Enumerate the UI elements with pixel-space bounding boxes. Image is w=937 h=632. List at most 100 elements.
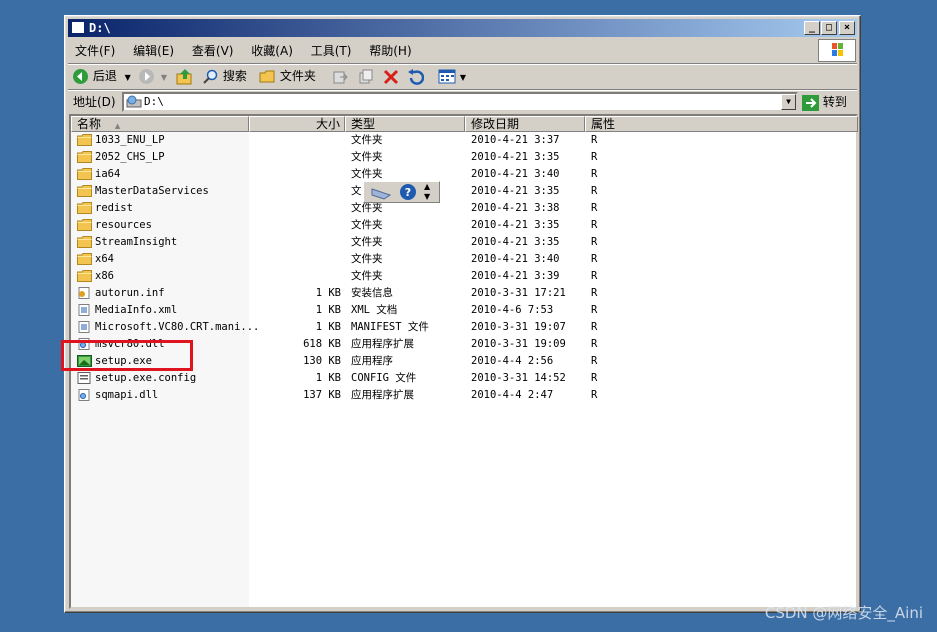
up-folder-icon (176, 69, 192, 85)
file-row[interactable]: x64 文件夹 2010-4-21 3:40 R (71, 251, 856, 268)
file-row[interactable]: redist 文件夹 2010-4-21 3:38 R (71, 200, 856, 217)
file-attributes: R (591, 151, 598, 163)
up-folder-button[interactable] (176, 67, 194, 85)
file-modified: 2010-4-4 2:56 (471, 355, 554, 367)
help-icon[interactable]: ? (399, 183, 417, 201)
undo-button[interactable] (407, 67, 424, 85)
file-row[interactable]: MediaInfo.xml 1 KB XML 文档 2010-4-6 7:53 R (71, 302, 856, 319)
file-modified: 2010-4-21 3:38 (471, 202, 560, 214)
column-type[interactable]: 类型 (345, 116, 465, 132)
file-modified: 2010-4-21 3:35 (471, 151, 560, 163)
file-name: ia64 (95, 168, 121, 180)
file-attributes: R (591, 253, 598, 265)
floating-toolbar: ? ▲ ▼ (363, 181, 440, 203)
file-attributes: R (591, 287, 598, 299)
file-modified: 2010-4-21 3:40 (471, 253, 560, 265)
window-title: D:\ (89, 21, 111, 35)
forward-dropdown-icon[interactable]: ▼ (161, 73, 167, 82)
file-size: 1 KB (315, 321, 341, 333)
column-modified[interactable]: 修改日期 (465, 116, 585, 132)
file-attributes: R (591, 134, 598, 146)
maximize-button[interactable]: □ (821, 21, 837, 35)
address-dropdown-icon[interactable]: ▼ (781, 94, 796, 110)
close-button[interactable]: × (839, 21, 855, 35)
file-row[interactable]: 2052_CHS_LP 文件夹 2010-4-21 3:35 R (71, 149, 856, 166)
file-type: 应用程序扩展 (351, 389, 414, 401)
sort-ascending-icon: ▲ (114, 122, 121, 130)
menu-edit[interactable]: 编辑(E) (126, 40, 181, 62)
undo-icon (408, 68, 424, 85)
folders-label: 文件夹 (279, 69, 316, 83)
file-modified: 2010-3-31 17:21 (471, 287, 566, 299)
file-attributes: R (591, 236, 598, 248)
file-name: autorun.inf (95, 287, 165, 299)
copy-to-icon (359, 69, 373, 83)
file-type: 安装信息 (351, 287, 393, 299)
go-label: 转到 (822, 95, 847, 109)
file-row[interactable]: StreamInsight 文件夹 2010-4-21 3:35 R (71, 234, 856, 251)
file-type: CONFIG 文件 (351, 372, 417, 384)
file-type: XML 文档 (351, 304, 398, 316)
file-row[interactable]: x86 文件夹 2010-4-21 3:39 R (71, 268, 856, 285)
file-name: resources (95, 219, 152, 231)
delete-button[interactable] (383, 67, 399, 85)
forward-button[interactable]: ▼ (138, 67, 167, 85)
file-attributes: R (591, 219, 598, 231)
move-to-button[interactable] (332, 67, 348, 85)
file-row[interactable]: setup.exe.config 1 KB CONFIG 文件 2010-3-31 1… (71, 370, 856, 387)
file-modified: 2010-4-21 3:35 (471, 236, 560, 248)
address-input[interactable]: D:\ ▼ (122, 92, 798, 112)
file-type: 应用程序 (351, 355, 393, 367)
file-attributes: R (591, 304, 598, 316)
file-row[interactable]: sqmapi.dll 137 KB 应用程序扩展 2010-4-4 2:47 R (71, 387, 856, 404)
file-attributes: R (591, 168, 598, 180)
file-modified: 2010-4-21 3:35 (471, 185, 560, 197)
forward-arrow-icon (139, 69, 154, 84)
file-attributes: R (591, 270, 598, 282)
file-attributes: R (591, 202, 598, 214)
file-type: 应用程序扩展 (351, 338, 414, 350)
svg-text:?: ? (405, 186, 411, 199)
file-row[interactable]: resources 文件夹 2010-4-21 3:35 R (71, 217, 856, 234)
file-modified: 2010-3-31 14:52 (471, 372, 566, 384)
folders-icon (259, 70, 275, 83)
options-icon[interactable]: ▲ ▼ (424, 182, 430, 202)
search-button[interactable]: 搜索 (203, 67, 247, 85)
drive-icon (126, 95, 142, 108)
title-bar[interactable]: D:\ _ □ × (68, 19, 857, 37)
copy-to-button[interactable] (358, 67, 374, 85)
column-attributes[interactable]: 属性 (585, 116, 858, 132)
file-row[interactable]: MasterDataServices 文 2010-4-21 3:35 R (71, 183, 856, 200)
file-modified: 2010-4-21 3:39 (471, 270, 560, 282)
back-dropdown-icon[interactable]: ▼ (125, 73, 131, 82)
minimize-button[interactable]: _ (804, 21, 820, 35)
file-type: 文件夹 (351, 236, 383, 248)
file-name: StreamInsight (95, 236, 178, 248)
file-row[interactable]: ia64 文件夹 2010-4-21 3:40 R (71, 166, 856, 183)
file-attributes: R (591, 185, 598, 197)
menu-file[interactable]: 文件(F) (68, 40, 122, 62)
file-row[interactable]: Microsoft.VC80.CRT.mani... 1 KB MANIFEST 文… (71, 319, 856, 336)
keyboard-icon[interactable] (370, 183, 392, 201)
column-size[interactable]: 大小 (249, 116, 345, 132)
back-button[interactable]: 后退 ▼ (72, 67, 131, 85)
views-dropdown-icon[interactable]: ▼ (460, 73, 466, 82)
menu-view[interactable]: 查看(V) (185, 40, 241, 62)
file-name: redist (95, 202, 133, 214)
views-button[interactable]: ▼ (438, 67, 466, 85)
drive-icon (71, 21, 85, 34)
highlight-box (61, 340, 193, 371)
file-row[interactable]: autorun.inf 1 KB 安装信息 2010-3-31 17:21 R (71, 285, 856, 302)
column-name[interactable]: 名称 ▲ (71, 116, 249, 132)
go-button[interactable]: 转到 (802, 93, 847, 111)
file-size: 1 KB (315, 304, 341, 316)
windows-logo-icon (818, 39, 856, 62)
file-row[interactable]: 1033_ENU_LP 文件夹 2010-4-21 3:37 R (71, 132, 856, 149)
file-type: 文件夹 (351, 219, 383, 231)
menu-tools[interactable]: 工具(T) (304, 40, 359, 62)
folders-button[interactable]: 文件夹 (259, 67, 316, 85)
menu-favorites[interactable]: 收藏(A) (244, 40, 300, 62)
menu-help[interactable]: 帮助(H) (362, 40, 418, 62)
file-name: x64 (95, 253, 114, 265)
file-type: 文件夹 (351, 270, 383, 282)
